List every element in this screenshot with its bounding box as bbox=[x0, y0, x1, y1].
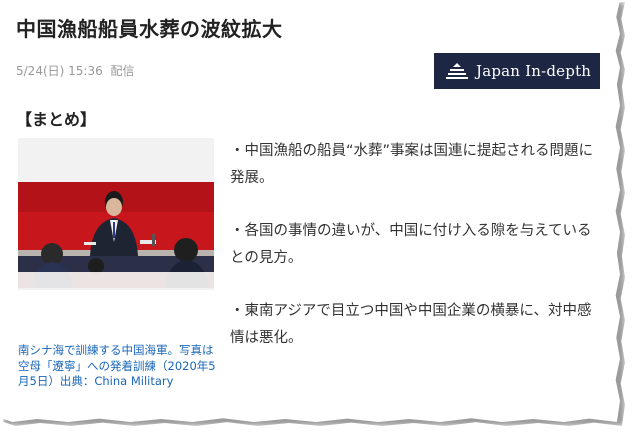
photo-illustration bbox=[18, 138, 214, 290]
summary-item: ・各国の事情の違いが、中国に付け入る隙を与えているとの見方。 bbox=[230, 223, 592, 266]
article-photo[interactable] bbox=[18, 138, 214, 290]
article-meta: 5/24(日) 15:36 配信 bbox=[16, 62, 139, 79]
brand-name: Japan In-depth bbox=[476, 62, 592, 80]
summary-list: ・中国漁船の船員“水葬”事案は国連に提起される問題に発展。 ・各国の事情の違いが… bbox=[230, 138, 595, 378]
page: 中国漁船船員水葬の波紋拡大 5/24(日) 15:36 配信 Japan In-… bbox=[0, 0, 640, 439]
article-title[interactable]: 中国漁船船員水葬の波紋拡大 bbox=[16, 13, 283, 42]
brand-mark-icon bbox=[446, 63, 468, 79]
summary-heading: 【まとめ】 bbox=[16, 110, 97, 129]
publish-label: 配信 bbox=[110, 64, 135, 78]
summary-item: ・中国漁船の船員“水葬”事案は国連に提起される問題に発展。 bbox=[230, 143, 594, 186]
summary-item: ・東南アジアで目立つ中国や中国企業の横暴に、対中感情は悪化。 bbox=[230, 303, 592, 346]
photo-caption[interactable]: 南シナ海で訓練する中国海軍。写真は空母「遼寧」への発着訓練（2020年5月5日）… bbox=[18, 343, 218, 390]
publish-date: 5/24(日) 15:36 bbox=[16, 64, 103, 78]
brand-logo[interactable]: Japan In-depth bbox=[434, 53, 600, 89]
article-card: 中国漁船船員水葬の波紋拡大 5/24(日) 15:36 配信 Japan In-… bbox=[0, 0, 620, 422]
